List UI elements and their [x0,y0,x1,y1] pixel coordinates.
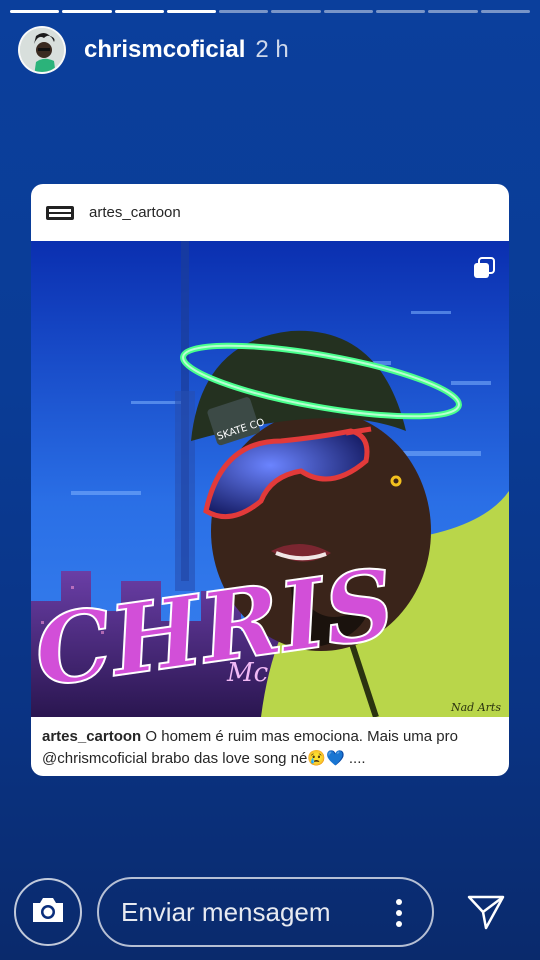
message-placeholder: Enviar mensagem [121,896,331,927]
message-input[interactable]: Enviar mensagem [97,877,434,947]
carousel-icon [473,257,495,279]
post-image[interactable]: CHRIS Mc SKATE CO Nad Arts [31,241,509,717]
progress-segment [10,10,60,13]
reply-bar: Enviar mensagem [0,876,540,948]
art-suffix-text: Mc [226,658,269,688]
post-username[interactable]: artes_cartoon [89,204,181,221]
artist-signature-text: Nad Arts [450,701,501,714]
progress-segment [62,10,112,13]
progress-segment [114,10,164,13]
story-progress [10,10,530,13]
avatar[interactable] [18,26,66,74]
more-vertical-icon[interactable] [396,899,402,927]
camera-button[interactable] [14,878,82,946]
skate-logo-icon [45,203,75,223]
story-header: chrismcoficial 2 h [18,26,289,74]
progress-segment [428,10,478,13]
progress-segment [480,10,530,13]
progress-segment [271,10,321,13]
progress-segment [323,10,374,13]
progress-segment [219,10,269,13]
post-caption: artes_cartoon O homem é ruim mas emocion… [42,726,499,770]
camera-icon [30,895,66,930]
shared-post-card[interactable]: artes_cartoon CHRIS Mc SKATE CO Nad Arts… [31,184,509,776]
progress-segment [166,10,217,13]
story-username[interactable]: chrismcoficial [84,36,245,64]
caption-username[interactable]: artes_cartoon [42,728,141,745]
post-header: artes_cartoon [31,184,509,241]
progress-segment [376,10,426,13]
story-time: 2 h [255,36,289,63]
send-icon[interactable] [466,892,506,932]
